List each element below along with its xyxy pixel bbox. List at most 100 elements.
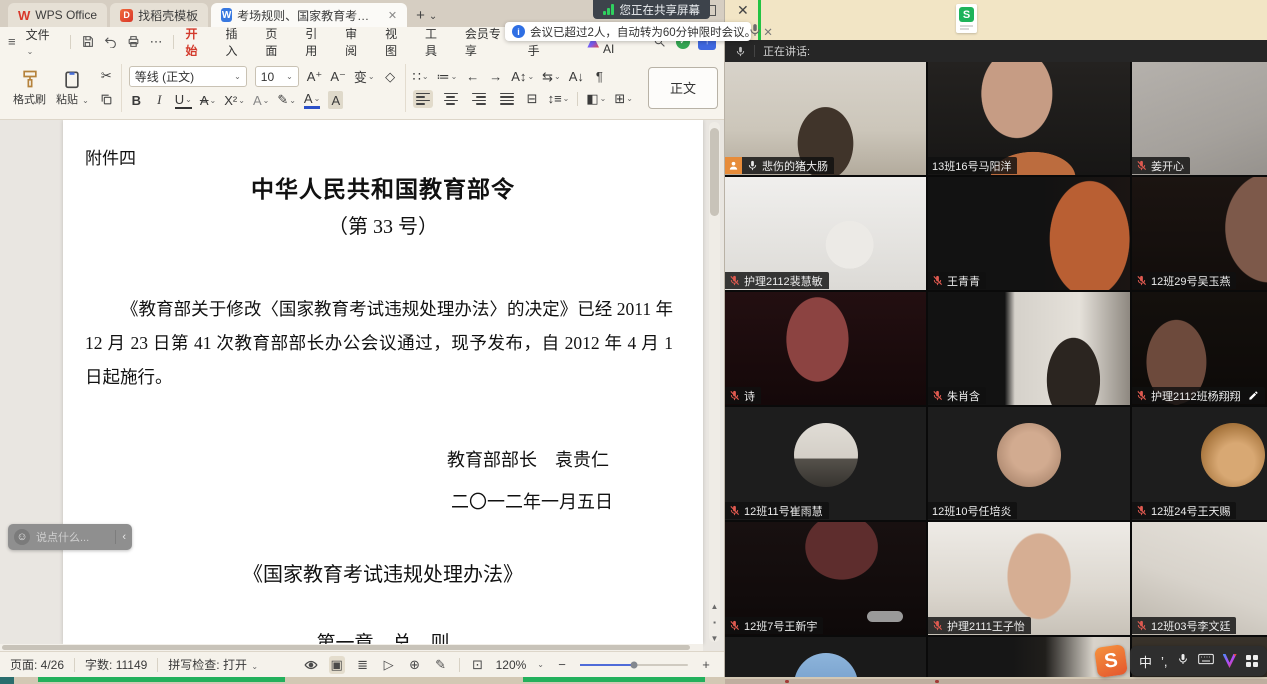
superscript-button[interactable]: X²⌄ bbox=[224, 91, 245, 109]
prev-page-button[interactable]: ▲ bbox=[711, 602, 719, 611]
participant-tile[interactable]: 诗 bbox=[725, 292, 926, 405]
play-slideshow-icon[interactable]: ▷ bbox=[381, 656, 397, 674]
keyboard-icon[interactable] bbox=[1198, 652, 1214, 670]
more-icon[interactable]: ⋯ bbox=[150, 34, 163, 50]
font-color-button[interactable]: A⌄ bbox=[304, 91, 320, 109]
border-button[interactable]: ⊞⌄ bbox=[614, 90, 633, 108]
menu-item[interactable]: 页面 bbox=[263, 23, 290, 61]
undo-icon[interactable] bbox=[104, 35, 117, 48]
spreadsheet-file-icon[interactable]: S bbox=[956, 4, 977, 33]
change-case-button[interactable]: 变⌄ bbox=[354, 68, 375, 86]
line-spacing-button[interactable]: ↕≡⌄ bbox=[548, 90, 570, 108]
justify-button[interactable] bbox=[497, 90, 517, 108]
floating-mic-icon[interactable] bbox=[748, 23, 762, 42]
outline-view-icon[interactable]: ≣ bbox=[355, 656, 371, 674]
text-direction-button[interactable]: A↕⌄ bbox=[511, 68, 534, 86]
menu-item[interactable]: 视图 bbox=[383, 23, 410, 61]
tab-close-icon[interactable]: ✕ bbox=[388, 9, 397, 22]
file-menu[interactable]: 文件 ⌄ bbox=[26, 26, 60, 57]
format-painter-button[interactable]: 格式刷 bbox=[13, 69, 46, 107]
bullet-list-button[interactable]: ∷⌄ bbox=[413, 68, 429, 86]
sort-button[interactable]: A↓ bbox=[569, 68, 584, 86]
participant-tile[interactable]: 姜开心 bbox=[1132, 62, 1267, 175]
participant-tile[interactable]: 护理2111王子怡 bbox=[928, 522, 1130, 635]
participant-tile[interactable]: 12班03号李文廷 bbox=[1132, 522, 1267, 635]
menu-item[interactable]: 审阅 bbox=[343, 23, 370, 61]
italic-button[interactable]: I bbox=[152, 91, 167, 109]
chat-placeholder[interactable]: 说点什么... bbox=[36, 529, 109, 545]
nav-square-button[interactable]: ▪ bbox=[713, 618, 716, 627]
participant-tile[interactable]: 12班11号崔雨慧 bbox=[725, 407, 926, 520]
participant-tile[interactable]: 12班24号王天赐 bbox=[1132, 407, 1267, 520]
text-effects-button[interactable]: A⌄ bbox=[253, 91, 269, 109]
sogou-logo-icon[interactable]: S bbox=[1094, 644, 1128, 678]
horizontal-scrollbar[interactable] bbox=[0, 644, 703, 651]
participant-tile[interactable]: 13班16号马阳洋 bbox=[928, 62, 1130, 175]
decrease-font-button[interactable]: A⁻ bbox=[330, 68, 346, 86]
toast-close-icon[interactable]: ✕ bbox=[763, 25, 773, 39]
menu-item[interactable]: 开始 bbox=[184, 23, 211, 61]
increase-font-button[interactable]: A⁺ bbox=[307, 68, 323, 86]
ime-punctuation[interactable]: ’, bbox=[1161, 654, 1168, 669]
participant-tile[interactable]: 护理2112裴慧敏 bbox=[725, 177, 926, 290]
participant-tile[interactable]: 12班10号任培炎 bbox=[928, 407, 1130, 520]
web-view-icon[interactable]: ⊕ bbox=[407, 656, 423, 674]
bold-button[interactable]: B bbox=[129, 91, 144, 109]
copy-button[interactable] bbox=[99, 91, 114, 109]
save-icon[interactable] bbox=[81, 35, 94, 48]
grid-scroll-indicator[interactable] bbox=[867, 611, 903, 622]
voice-input-icon[interactable] bbox=[1177, 652, 1189, 670]
page-view-icon[interactable]: ▣ bbox=[329, 656, 345, 674]
shading-button[interactable]: ◧⌄ bbox=[586, 90, 606, 108]
zoom-chevron-icon[interactable]: ⌄ bbox=[537, 660, 544, 669]
participant-tile[interactable]: 12班29号吴玉燕 bbox=[1132, 177, 1267, 290]
ink-pen-icon[interactable]: ✎ bbox=[433, 656, 449, 674]
align-center-button[interactable] bbox=[441, 90, 461, 108]
participant-tile[interactable]: 王青青 bbox=[928, 177, 1130, 290]
clear-format-button[interactable]: ◇ bbox=[383, 68, 398, 86]
participant-tile[interactable]: 悲伤的猪大肠 bbox=[725, 62, 926, 175]
scrollbar-thumb[interactable] bbox=[710, 128, 719, 216]
next-page-button[interactable]: ▼ bbox=[711, 634, 719, 643]
new-tab-button[interactable]: + bbox=[416, 7, 425, 24]
zoom-level[interactable]: 120% bbox=[496, 658, 527, 672]
char-shading-button[interactable]: A bbox=[328, 91, 343, 109]
underline-button[interactable]: U⌄ bbox=[175, 91, 192, 109]
menu-item[interactable]: 引用 bbox=[303, 23, 330, 61]
strikethrough-button[interactable]: A⌄ bbox=[200, 91, 216, 109]
scrollbar-thumb[interactable] bbox=[2, 645, 690, 650]
menu-item[interactable]: 工具 bbox=[423, 23, 450, 61]
style-gallery-item[interactable]: 正文 bbox=[648, 67, 718, 109]
rename-pencil-icon[interactable] bbox=[1248, 390, 1259, 401]
word-count[interactable]: 字数: 11149 bbox=[85, 656, 147, 673]
cut-button[interactable]: ✂ bbox=[99, 67, 114, 85]
highlight-pen-button[interactable]: ✎⌄ bbox=[277, 91, 296, 109]
align-left-button[interactable] bbox=[413, 90, 433, 108]
zoom-in-button[interactable]: + bbox=[698, 656, 714, 674]
font-name-select[interactable]: 等线 (正文)⌄ bbox=[129, 66, 247, 87]
distribute-button[interactable]: ⊟ bbox=[525, 90, 540, 108]
skin-center-icon[interactable] bbox=[1223, 654, 1237, 668]
show-marks-button[interactable]: ¶ bbox=[592, 68, 607, 86]
numbered-list-button[interactable]: ≔⌄ bbox=[437, 68, 458, 86]
collapse-chevron-icon[interactable]: ‹ bbox=[122, 531, 126, 543]
decrease-indent-button[interactable]: ← bbox=[465, 68, 480, 86]
paste-button[interactable]: 粘贴 ⌄ bbox=[56, 69, 89, 107]
participant-tile[interactable]: 朱肖含 bbox=[928, 292, 1130, 405]
zoom-slider[interactable] bbox=[580, 664, 688, 666]
meeting-limit-toast[interactable]: i 会议已超过2人，自动转为60分钟限时会议。 ✕ bbox=[505, 22, 751, 41]
align-right-button[interactable] bbox=[469, 90, 489, 108]
menu-item[interactable]: 插入 bbox=[223, 23, 250, 61]
document-page[interactable]: 附件四 中华人民共和国教育部令 （第 33 号） 《教育部关于修改〈国家教育考试… bbox=[63, 120, 703, 644]
zoom-out-button[interactable]: − bbox=[554, 656, 570, 674]
screen-sharing-banner[interactable]: 您正在共享屏幕 bbox=[593, 0, 710, 19]
fit-page-icon[interactable]: ⊡ bbox=[470, 656, 486, 674]
tab-wps-home[interactable]: W WPS Office bbox=[8, 3, 107, 27]
window-close-button[interactable]: ✕ bbox=[737, 2, 749, 19]
tab-list-chevron-icon[interactable]: ⌄ bbox=[429, 11, 437, 22]
read-mode-icon[interactable] bbox=[303, 656, 319, 674]
zoom-slider-handle[interactable] bbox=[631, 661, 638, 668]
ime-mode-chinese[interactable]: 中 bbox=[1139, 652, 1152, 671]
increase-indent-button[interactable]: → bbox=[488, 68, 503, 86]
participant-tile[interactable]: 护理2112班杨翔翔 bbox=[1132, 292, 1267, 405]
